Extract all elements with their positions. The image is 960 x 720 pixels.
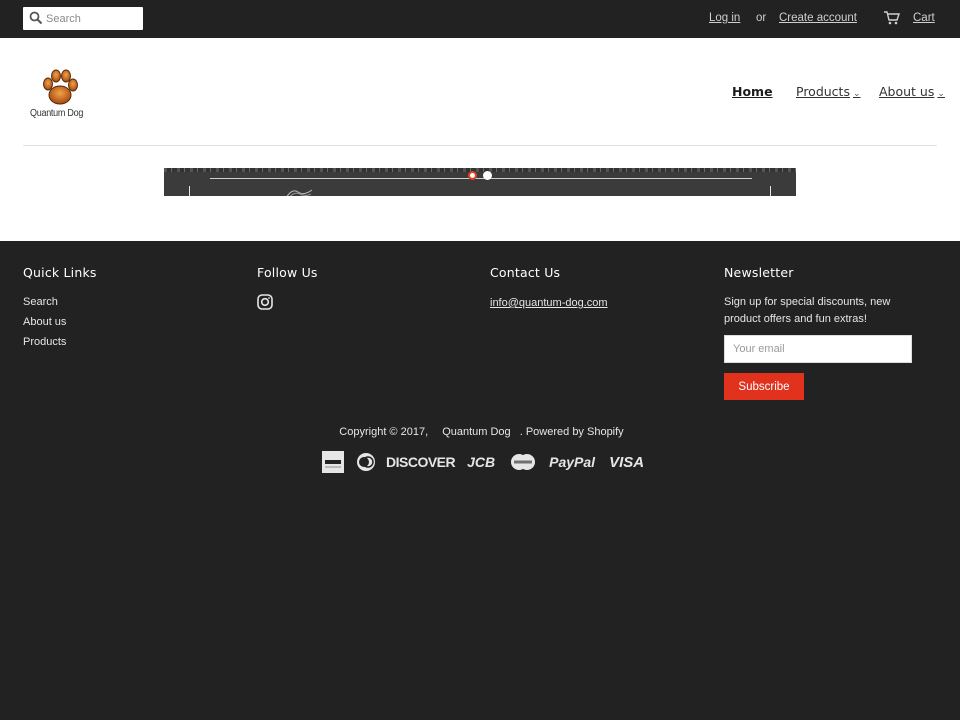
slide-decoration	[189, 186, 190, 196]
site-footer: Quick Links Search About us Products Fol…	[0, 241, 960, 720]
powered-by-link[interactable]: . Powered by Shopify	[520, 426, 624, 438]
slideshow[interactable]	[164, 168, 796, 196]
slide-dot-1[interactable]	[468, 171, 477, 180]
nav-about-us[interactable]: About us ⌄	[879, 84, 945, 99]
newsletter-description: Sign up for special discounts, new produ…	[724, 296, 891, 325]
slide-decoration	[210, 178, 752, 179]
create-account-link[interactable]: Create account	[779, 12, 857, 24]
jcb-icon: JCB	[467, 454, 496, 470]
slide-image	[286, 189, 313, 196]
footer-link-about-us[interactable]: About us	[23, 316, 97, 328]
newsletter-heading: Newsletter	[724, 265, 794, 280]
mastercard-icon	[511, 454, 536, 470]
copyright-prefix: Copyright © 2017,	[339, 426, 429, 438]
contact-column: Contact Us	[490, 265, 560, 280]
cart-icon[interactable]	[884, 11, 900, 25]
slide-image	[164, 168, 796, 172]
visa-icon: VISA	[609, 453, 645, 471]
login-link[interactable]: Log in	[709, 12, 740, 24]
slide-dot-2[interactable]	[483, 171, 492, 180]
nav-home[interactable]: Home	[732, 84, 773, 99]
discover-icon: DISCOVER	[386, 454, 456, 470]
search-box[interactable]	[23, 7, 143, 30]
nav-products[interactable]: Products ⌄	[796, 84, 861, 99]
search-icon[interactable]	[29, 11, 43, 25]
logo-text: Quantum Dog	[30, 108, 84, 119]
instagram-icon[interactable]	[257, 294, 273, 310]
footer-link-search[interactable]: Search	[23, 296, 97, 308]
footer-link-products[interactable]: Products	[23, 336, 97, 348]
american-express-icon	[322, 451, 344, 473]
search-input[interactable]	[46, 9, 140, 28]
cart-link[interactable]: Cart	[913, 12, 935, 24]
paypal-icon: PayPal	[549, 454, 596, 470]
copyright: Copyright © 2017, Quantum Dog . Powered …	[0, 426, 960, 438]
site-header: Quantum Dog Home Products ⌄ About us ⌄	[0, 38, 960, 241]
subscribe-button[interactable]: Subscribe	[724, 373, 804, 400]
follow-us-column: Follow Us	[257, 265, 318, 280]
quick-links-column: Quick Links Search About us Products	[23, 265, 97, 348]
shop-name-link[interactable]: Quantum Dog	[442, 426, 510, 438]
newsletter-email-input[interactable]	[724, 335, 912, 363]
payment-icons: DISCOVER JCB PayPal VISA	[322, 450, 644, 474]
follow-us-heading: Follow Us	[257, 265, 318, 280]
chevron-down-icon: ⌄	[852, 89, 861, 99]
diners-club-icon	[357, 453, 375, 471]
or-text: or	[756, 12, 767, 24]
header-divider	[23, 145, 937, 146]
nav-products-label: Products	[796, 84, 850, 99]
chevron-down-icon: ⌄	[937, 89, 945, 99]
contact-email-link[interactable]: info@quantum-dog.com	[490, 297, 608, 309]
slide-decoration	[770, 186, 771, 196]
contact-heading: Contact Us	[490, 265, 561, 280]
nav-about-label: About us	[879, 84, 935, 99]
quick-links-heading: Quick Links	[23, 265, 97, 280]
top-bar: Log in or Create account Cart	[0, 0, 960, 38]
newsletter-column: Newsletter	[724, 265, 794, 280]
